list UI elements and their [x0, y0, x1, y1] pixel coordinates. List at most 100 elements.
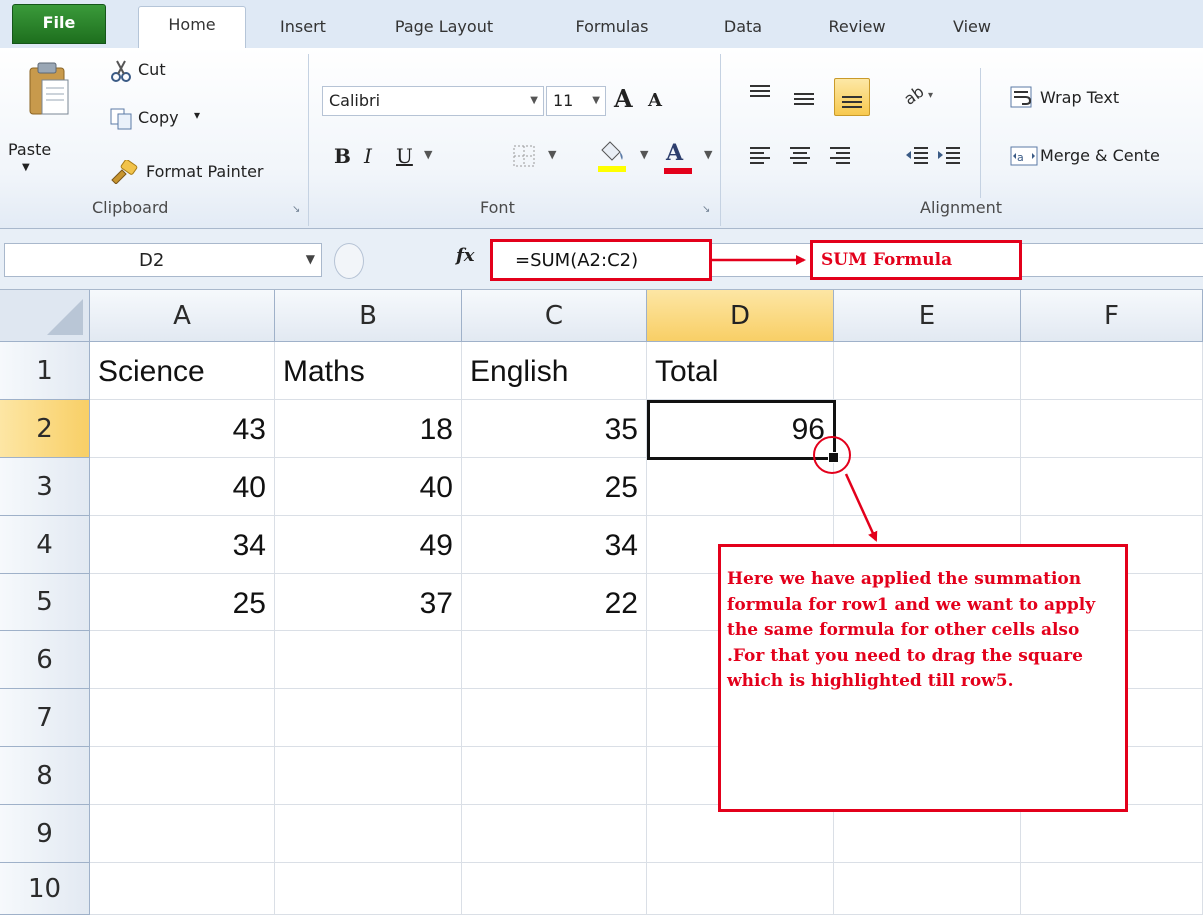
- cell-a5[interactable]: 25: [90, 574, 275, 631]
- cell-b6[interactable]: [275, 631, 462, 689]
- row-header-4[interactable]: 4: [0, 516, 90, 574]
- select-all-button[interactable]: [0, 290, 90, 342]
- cell-a9[interactable]: [90, 805, 275, 863]
- chevron-down-icon[interactable]: ▼: [306, 252, 315, 266]
- decrease-indent-icon[interactable]: [904, 144, 930, 168]
- cut-button[interactable]: Cut: [110, 60, 210, 86]
- cell-a10[interactable]: [90, 863, 275, 915]
- cell-c9[interactable]: [462, 805, 647, 863]
- row-header-5[interactable]: 5: [0, 574, 90, 631]
- font-color-button[interactable]: A: [662, 140, 702, 178]
- cell-e10[interactable]: [834, 863, 1021, 915]
- column-header-b[interactable]: B: [275, 290, 462, 342]
- cell-f10[interactable]: [1021, 863, 1203, 915]
- cell-a8[interactable]: [90, 747, 275, 805]
- cell-b9[interactable]: [275, 805, 462, 863]
- fill-color-button[interactable]: [596, 140, 636, 178]
- cell-b8[interactable]: [275, 747, 462, 805]
- cell-d9[interactable]: [647, 805, 834, 863]
- clipboard-launcher-icon[interactable]: ↘: [292, 204, 300, 215]
- column-header-a[interactable]: A: [90, 290, 275, 342]
- tab-home[interactable]: Home: [138, 6, 246, 50]
- underline-button[interactable]: U: [396, 144, 413, 168]
- cell-c7[interactable]: [462, 689, 647, 747]
- copy-button[interactable]: Copy ▾: [110, 106, 230, 132]
- row-header-10[interactable]: 10: [0, 863, 90, 915]
- tab-review[interactable]: Review: [816, 10, 898, 48]
- merge-center-button[interactable]: a Merge & Cente: [1010, 144, 1203, 174]
- tab-page-layout[interactable]: Page Layout: [380, 10, 508, 48]
- cell-b2[interactable]: 18: [275, 400, 462, 458]
- cell-a4[interactable]: 34: [90, 516, 275, 574]
- row-header-6[interactable]: 6: [0, 631, 90, 689]
- font-launcher-icon[interactable]: ↘: [702, 204, 710, 215]
- align-right-icon[interactable]: [828, 144, 852, 168]
- grow-font-button[interactable]: A: [614, 84, 633, 113]
- name-box[interactable]: D2 ▼: [4, 243, 322, 277]
- cell-c6[interactable]: [462, 631, 647, 689]
- row-header-7[interactable]: 7: [0, 689, 90, 747]
- cell-f3[interactable]: [1021, 458, 1203, 516]
- cell-e2[interactable]: [834, 400, 1021, 458]
- cell-b5[interactable]: 37: [275, 574, 462, 631]
- align-middle-icon[interactable]: [792, 88, 816, 112]
- cell-a3[interactable]: 40: [90, 458, 275, 516]
- column-header-e[interactable]: E: [834, 290, 1021, 342]
- column-header-c[interactable]: C: [462, 290, 647, 342]
- row-header-2[interactable]: 2: [0, 400, 90, 458]
- tab-insert[interactable]: Insert: [268, 10, 338, 48]
- cell-c2[interactable]: 35: [462, 400, 647, 458]
- cell-d10[interactable]: [647, 863, 834, 915]
- insert-function-icon[interactable]: fx: [456, 245, 474, 266]
- cell-b10[interactable]: [275, 863, 462, 915]
- chevron-down-icon[interactable]: ▼: [640, 148, 648, 161]
- cell-a1[interactable]: Science: [90, 342, 275, 400]
- column-header-d[interactable]: D: [647, 290, 834, 342]
- cell-e3[interactable]: [834, 458, 1021, 516]
- cell-d1[interactable]: Total: [647, 342, 834, 400]
- format-painter-button[interactable]: Format Painter: [110, 158, 300, 186]
- borders-icon[interactable]: [512, 144, 538, 170]
- bold-button[interactable]: B: [334, 144, 351, 168]
- paste-button[interactable]: Paste ▼: [8, 52, 84, 184]
- formula-input[interactable]: =SUM(A2:C2): [490, 239, 712, 281]
- cell-c8[interactable]: [462, 747, 647, 805]
- font-family-select[interactable]: Calibri ▼: [322, 86, 544, 116]
- row-header-8[interactable]: 8: [0, 747, 90, 805]
- cell-a6[interactable]: [90, 631, 275, 689]
- row-header-1[interactable]: 1: [0, 342, 90, 400]
- italic-button[interactable]: I: [364, 144, 372, 168]
- cell-c3[interactable]: 25: [462, 458, 647, 516]
- cell-b3[interactable]: 40: [275, 458, 462, 516]
- formula-bar-resize-handle[interactable]: [334, 243, 364, 279]
- cell-a7[interactable]: [90, 689, 275, 747]
- cell-b4[interactable]: 49: [275, 516, 462, 574]
- cell-e9[interactable]: [834, 805, 1021, 863]
- align-top-icon[interactable]: [748, 82, 772, 106]
- tab-data[interactable]: Data: [718, 10, 768, 48]
- font-size-select[interactable]: 11 ▼: [546, 86, 606, 116]
- cell-f1[interactable]: [1021, 342, 1203, 400]
- increase-indent-icon[interactable]: [936, 144, 962, 168]
- cell-b7[interactable]: [275, 689, 462, 747]
- chevron-down-icon[interactable]: ▼: [548, 148, 556, 161]
- shrink-font-button[interactable]: A: [648, 90, 662, 111]
- row-header-3[interactable]: 3: [0, 458, 90, 516]
- cell-c1[interactable]: English: [462, 342, 647, 400]
- cell-d3[interactable]: [647, 458, 834, 516]
- copy-dropdown-icon[interactable]: ▾: [194, 108, 200, 122]
- tab-file[interactable]: File: [12, 4, 106, 44]
- cell-f2[interactable]: [1021, 400, 1203, 458]
- chevron-down-icon[interactable]: ▼: [424, 148, 432, 161]
- cell-a2[interactable]: 43: [90, 400, 275, 458]
- column-header-f[interactable]: F: [1021, 290, 1203, 342]
- align-left-icon[interactable]: [748, 144, 772, 168]
- cell-b1[interactable]: Maths: [275, 342, 462, 400]
- cell-f9[interactable]: [1021, 805, 1203, 863]
- cell-c10[interactable]: [462, 863, 647, 915]
- cell-c4[interactable]: 34: [462, 516, 647, 574]
- tab-view[interactable]: View: [944, 10, 1000, 48]
- align-center-icon[interactable]: [788, 144, 812, 168]
- align-bottom-button[interactable]: [834, 78, 870, 116]
- chevron-down-icon[interactable]: ▼: [704, 148, 712, 161]
